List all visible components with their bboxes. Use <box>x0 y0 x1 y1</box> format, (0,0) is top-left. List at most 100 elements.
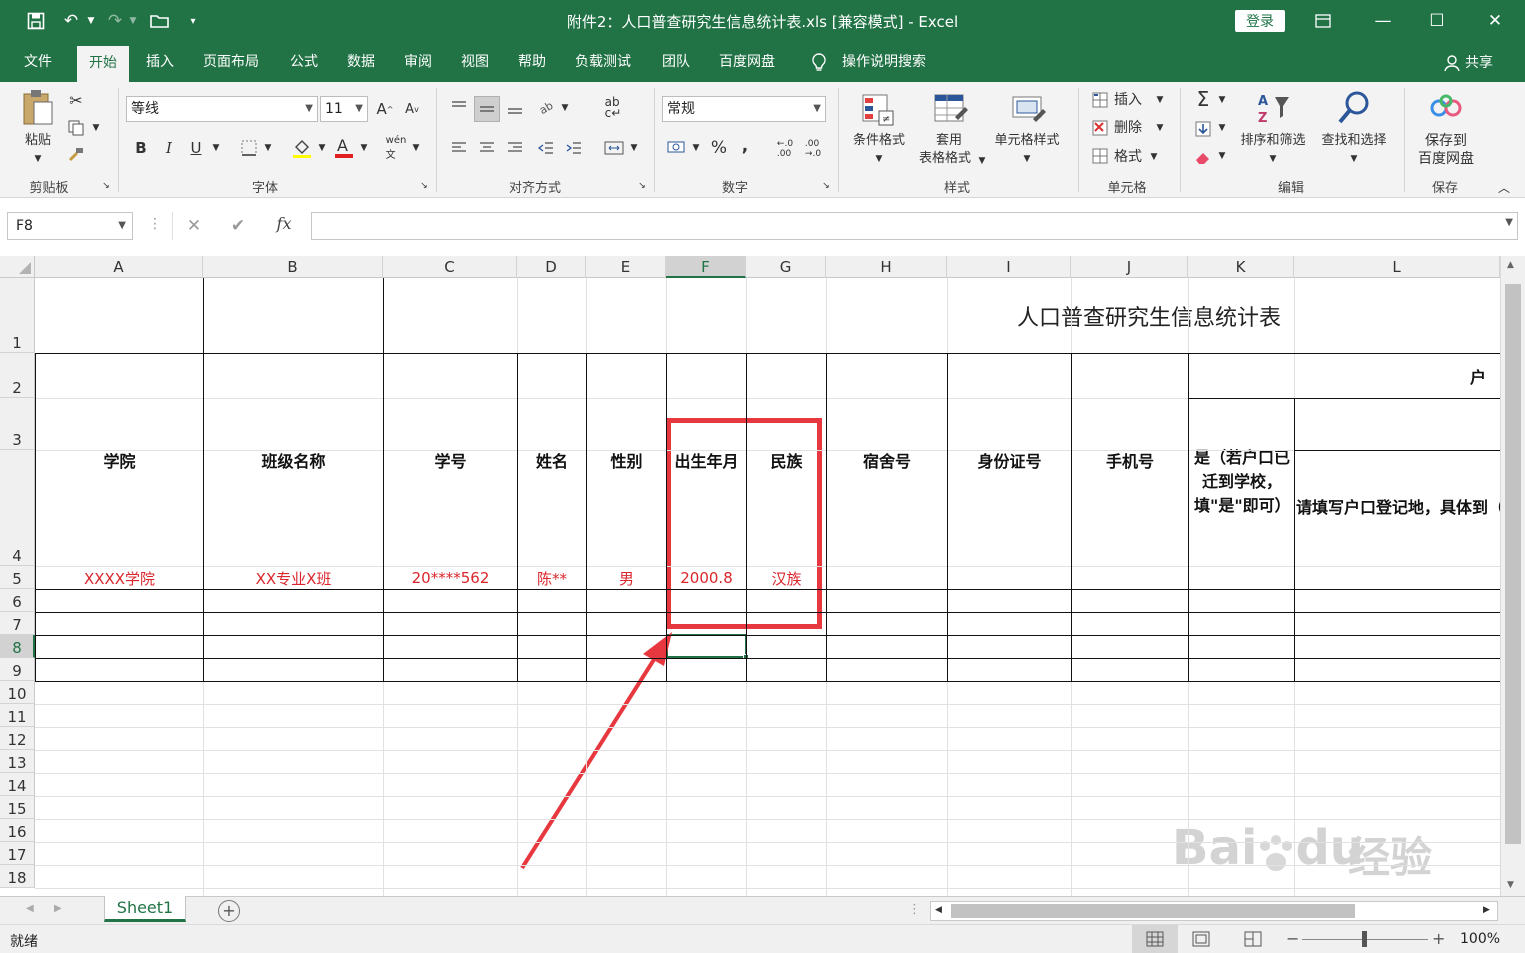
column-header-g[interactable]: G <box>746 256 826 278</box>
split-handle-icon[interactable]: ⋮ <box>908 902 921 917</box>
row-header-18[interactable]: 18 <box>0 865 35 888</box>
row-header-5[interactable]: 5 <box>0 566 35 589</box>
tell-me-search[interactable]: 操作说明搜索 <box>842 42 926 82</box>
column-header-b[interactable]: B <box>203 256 383 278</box>
horizontal-scrollbar[interactable]: ◀ ▶ <box>930 901 1498 921</box>
tab-load-test[interactable]: 负载测试 <box>563 42 643 82</box>
row-header-8[interactable]: 8 <box>0 635 35 658</box>
column-header-f[interactable]: F <box>666 256 746 278</box>
find-select-icon[interactable] <box>1334 88 1374 128</box>
row-header-13[interactable]: 13 <box>0 750 35 773</box>
tab-view[interactable]: 视图 <box>449 42 501 82</box>
column-header-c[interactable]: C <box>383 256 517 278</box>
row-header-11[interactable]: 11 <box>0 704 35 727</box>
find-dropdown-icon[interactable]: ▼ <box>1312 150 1396 168</box>
percent-style-button[interactable]: % <box>708 136 730 160</box>
ribbon-display-icon[interactable] <box>1300 6 1346 36</box>
tab-page-layout[interactable]: 页面布局 <box>191 42 271 82</box>
align-center-icon[interactable] <box>476 138 498 158</box>
orientation-icon[interactable]: ab <box>536 96 558 118</box>
borders-icon[interactable] <box>238 138 260 158</box>
format-as-table-line1[interactable]: 套用 <box>914 132 984 150</box>
tab-file[interactable]: 文件 <box>12 42 64 82</box>
row-header-3[interactable]: 3 <box>0 398 35 450</box>
hscroll-left-icon[interactable]: ◀ <box>935 905 942 915</box>
format-cells-button[interactable]: 格式 <box>1114 148 1148 166</box>
increase-indent-icon[interactable] <box>563 138 585 158</box>
autosum-icon[interactable]: Σ <box>1192 87 1214 111</box>
insert-dropdown-icon[interactable]: ▼ <box>1154 91 1166 109</box>
cell-styles-button[interactable]: 单元格样式 <box>986 132 1068 150</box>
decrease-decimal-icon[interactable]: .00 →.0 <box>800 136 826 162</box>
formula-input[interactable]: ▼ <box>311 212 1518 240</box>
tab-home[interactable]: 开始 <box>77 46 129 82</box>
fill-dropdown-icon[interactable]: ▼ <box>1216 120 1228 136</box>
align-middle-icon[interactable] <box>474 96 500 122</box>
header-hukou-location[interactable]: 请填写户口登记地，具体到（县） <box>1296 450 1500 566</box>
minimize-icon[interactable]: — <box>1360 6 1406 36</box>
decrease-font-icon[interactable]: Av <box>402 98 422 120</box>
tab-baidu-netdisk[interactable]: 百度网盘 <box>707 42 787 82</box>
header-gender[interactable]: 性别 <box>587 353 666 566</box>
format-as-table-icon[interactable] <box>930 90 970 130</box>
sheet-tab-sheet1[interactable]: Sheet1 <box>104 896 186 922</box>
font-size-combo[interactable]: 11 ▼ <box>320 96 368 122</box>
insert-cells-icon[interactable] <box>1090 90 1110 110</box>
cell-e5[interactable]: 男 <box>587 567 666 589</box>
column-header-l[interactable]: L <box>1294 256 1500 278</box>
copy-icon[interactable] <box>66 118 86 138</box>
header-dorm[interactable]: 宿舍号 <box>827 353 947 566</box>
row-header-10[interactable]: 10 <box>0 681 35 704</box>
tab-formulas[interactable]: 公式 <box>278 42 330 82</box>
comma-style-button[interactable]: , <box>736 134 754 158</box>
column-header-i[interactable]: I <box>947 256 1071 278</box>
borders-dropdown-icon[interactable]: ▼ <box>262 140 274 156</box>
column-header-e[interactable]: E <box>586 256 666 278</box>
align-bottom-icon[interactable] <box>504 96 526 118</box>
close-icon[interactable]: ✕ <box>1472 6 1518 36</box>
conditional-formatting-button[interactable]: 条件格式 <box>844 132 914 150</box>
paste-icon[interactable] <box>18 88 58 128</box>
fill-color-dropdown-icon[interactable]: ▼ <box>316 140 328 156</box>
insert-function-button[interactable]: fx <box>272 214 296 236</box>
sort-filter-button[interactable]: 排序和筛选 <box>1232 132 1314 150</box>
italic-icon[interactable]: I <box>160 138 178 158</box>
delete-cells-button[interactable]: 删除 <box>1114 119 1148 137</box>
clipboard-launcher-icon[interactable]: ↘ <box>100 180 112 192</box>
tab-help[interactable]: 帮助 <box>506 42 558 82</box>
login-button[interactable]: 登录 <box>1235 10 1285 32</box>
save-to-netdisk-line1[interactable]: 保存到 <box>1408 132 1484 150</box>
tab-data[interactable]: 数据 <box>335 42 387 82</box>
align-right-icon[interactable] <box>504 138 526 158</box>
row-header-2[interactable]: 2 <box>0 353 35 398</box>
underline-icon[interactable]: U <box>187 138 205 158</box>
format-cells-icon[interactable] <box>1090 146 1110 166</box>
vertical-scroll-thumb[interactable] <box>1505 284 1521 844</box>
row-header-6[interactable]: 6 <box>0 589 35 612</box>
sheet-scroll-right-icon[interactable]: ▶ <box>54 903 62 914</box>
worksheet-grid[interactable]: ABCDEFGHIJKL 人口普查研究生信息统计表 户 学院 班级名称 学号 姓… <box>0 256 1525 896</box>
page-break-view-icon[interactable] <box>1244 931 1264 947</box>
resize-handle-icon[interactable]: ⋮ <box>148 216 162 236</box>
column-header-k[interactable]: K <box>1188 256 1294 278</box>
phonetic-icon[interactable]: wén 文 <box>384 135 408 161</box>
select-all-corner[interactable] <box>0 256 35 278</box>
clear-icon[interactable] <box>1192 146 1214 168</box>
maximize-icon[interactable]: ☐ <box>1414 6 1460 36</box>
row-header-9[interactable]: 9 <box>0 658 35 681</box>
header-name[interactable]: 姓名 <box>518 353 586 566</box>
horizontal-scroll-thumb[interactable] <box>951 904 1355 918</box>
cell-styles-dropdown-icon[interactable]: ▼ <box>986 150 1068 168</box>
format-painter-icon[interactable] <box>66 144 86 164</box>
header-class-name[interactable]: 班级名称 <box>204 353 383 566</box>
page-layout-view-icon[interactable] <box>1192 931 1212 947</box>
row-header-1[interactable]: 1 <box>0 278 35 353</box>
merge-dropdown-icon[interactable]: ▼ <box>628 140 640 156</box>
share-button[interactable]: 共享 <box>1465 42 1493 82</box>
wrap-text-icon[interactable]: ab c↵ <box>602 96 624 120</box>
merge-center-icon[interactable] <box>602 138 626 158</box>
fill-icon[interactable] <box>1192 118 1214 140</box>
accounting-format-icon[interactable] <box>664 136 690 160</box>
increase-font-icon[interactable]: A ^ <box>375 98 395 120</box>
header-student-id[interactable]: 学号 <box>384 353 517 566</box>
